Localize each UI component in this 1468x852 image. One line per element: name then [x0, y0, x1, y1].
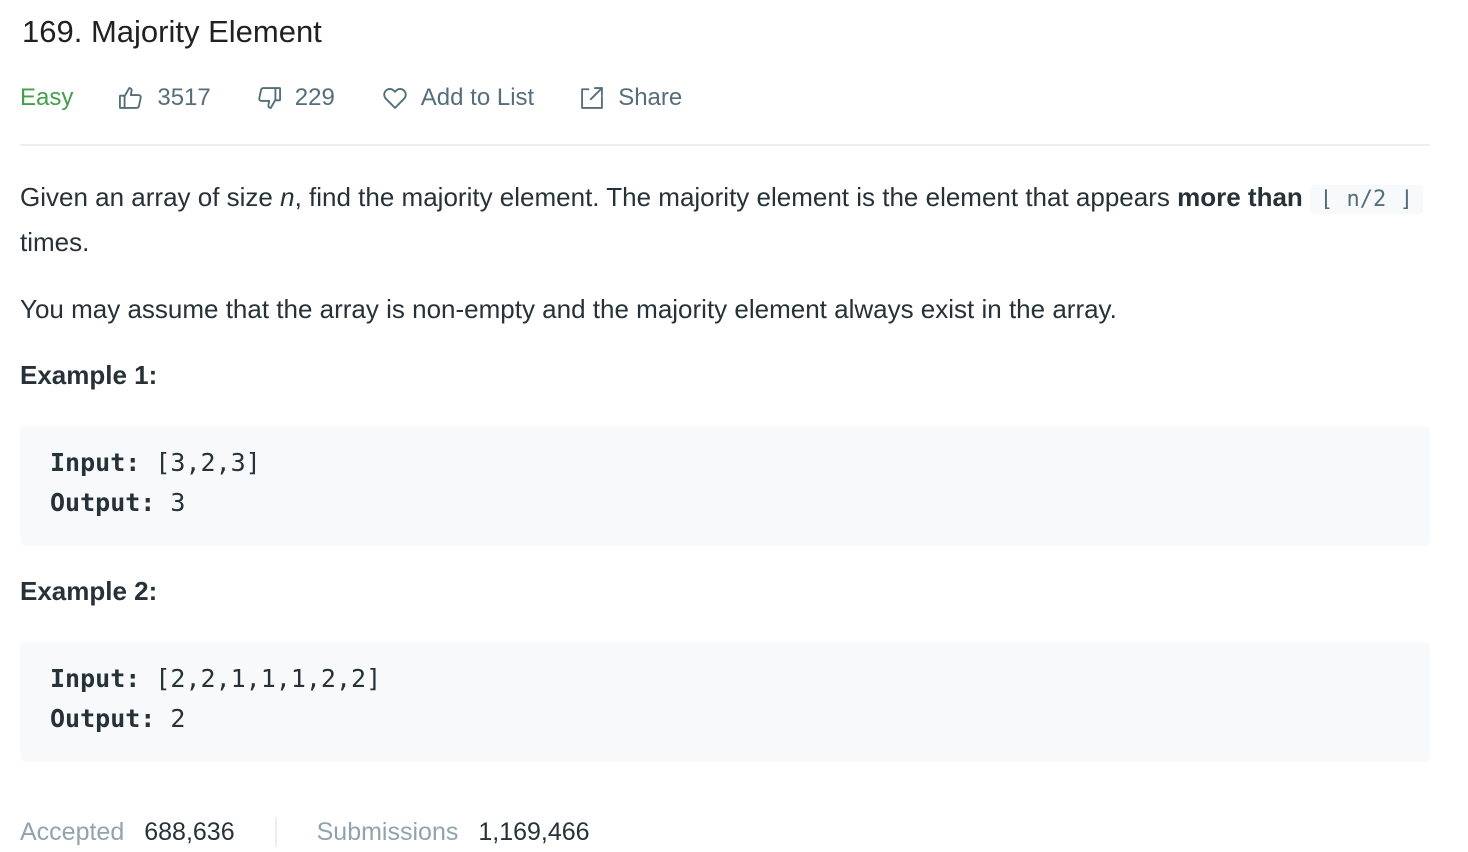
example-output-line: Output: 3	[50, 488, 185, 517]
like-count: 3517	[157, 84, 211, 111]
share-icon	[581, 87, 604, 109]
statement-paragraph: Given an array of size n, find the major…	[20, 176, 1430, 263]
output-value: 3	[155, 488, 186, 517]
problem-statement: Given an array of size n, find the major…	[20, 176, 1430, 263]
example-input-line: Input: [3,2,3]	[50, 448, 261, 477]
share-button[interactable]: Share	[578, 84, 682, 112]
submissions-label: Submissions	[316, 817, 459, 846]
problem-title: 169. Majority Element	[22, 14, 322, 49]
variable-n: n	[280, 182, 295, 212]
submission-stats: Accepted 688,636 Submissions 1,169,466	[20, 812, 590, 852]
accepted-count: 688,636	[144, 817, 235, 846]
submissions-count: 1,169,466	[478, 817, 590, 846]
emphasis-more-than: more than	[1177, 182, 1303, 212]
heart-icon	[383, 88, 407, 109]
output-label: Output:	[50, 488, 156, 517]
add-to-list-label: Add to List	[420, 84, 535, 111]
statement-text: , find the majority element. The majorit…	[294, 182, 1178, 212]
example-output-line: Output: 2	[50, 704, 185, 733]
dislike-count: 229	[294, 84, 335, 111]
divider	[20, 144, 1430, 146]
assumption-paragraph: You may assume that the array is non-emp…	[20, 294, 1117, 324]
accepted-label: Accepted	[20, 817, 125, 846]
add-to-list-button[interactable]: Add to List	[381, 84, 534, 112]
input-label: Input:	[50, 448, 141, 477]
input-value: [3,2,3]	[140, 448, 261, 477]
example-1-code-block: Input: [3,2,3] Output: 3	[20, 426, 1430, 546]
output-label: Output:	[50, 704, 156, 733]
example-2-title: Example 2:	[20, 576, 158, 606]
example-input-line: Input: [2,2,1,1,1,2,2]	[50, 664, 381, 693]
stats-separator	[274, 817, 277, 847]
inline-code-n-over-2: ⌊ n/2 ⌋	[1310, 185, 1423, 214]
example-1-title: Example 1:	[20, 360, 158, 390]
problem-meta-row: Easy 3517 229 Add to List Share	[20, 80, 682, 116]
difficulty-label: Easy	[20, 84, 74, 111]
share-label: Share	[618, 84, 683, 111]
input-label: Input:	[50, 664, 141, 693]
thumbs-down-icon	[258, 87, 281, 109]
output-value: 2	[155, 704, 186, 733]
thumbs-up-icon	[119, 87, 143, 109]
example-2-code-block: Input: [2,2,1,1,1,2,2] Output: 2	[20, 642, 1430, 762]
dislike-button[interactable]: 229	[255, 84, 335, 112]
like-button[interactable]: 3517	[117, 84, 211, 112]
statement-text: times.	[20, 227, 90, 257]
input-value: [2,2,1,1,1,2,2]	[140, 664, 382, 693]
statement-text: Given an array of size	[20, 182, 281, 212]
